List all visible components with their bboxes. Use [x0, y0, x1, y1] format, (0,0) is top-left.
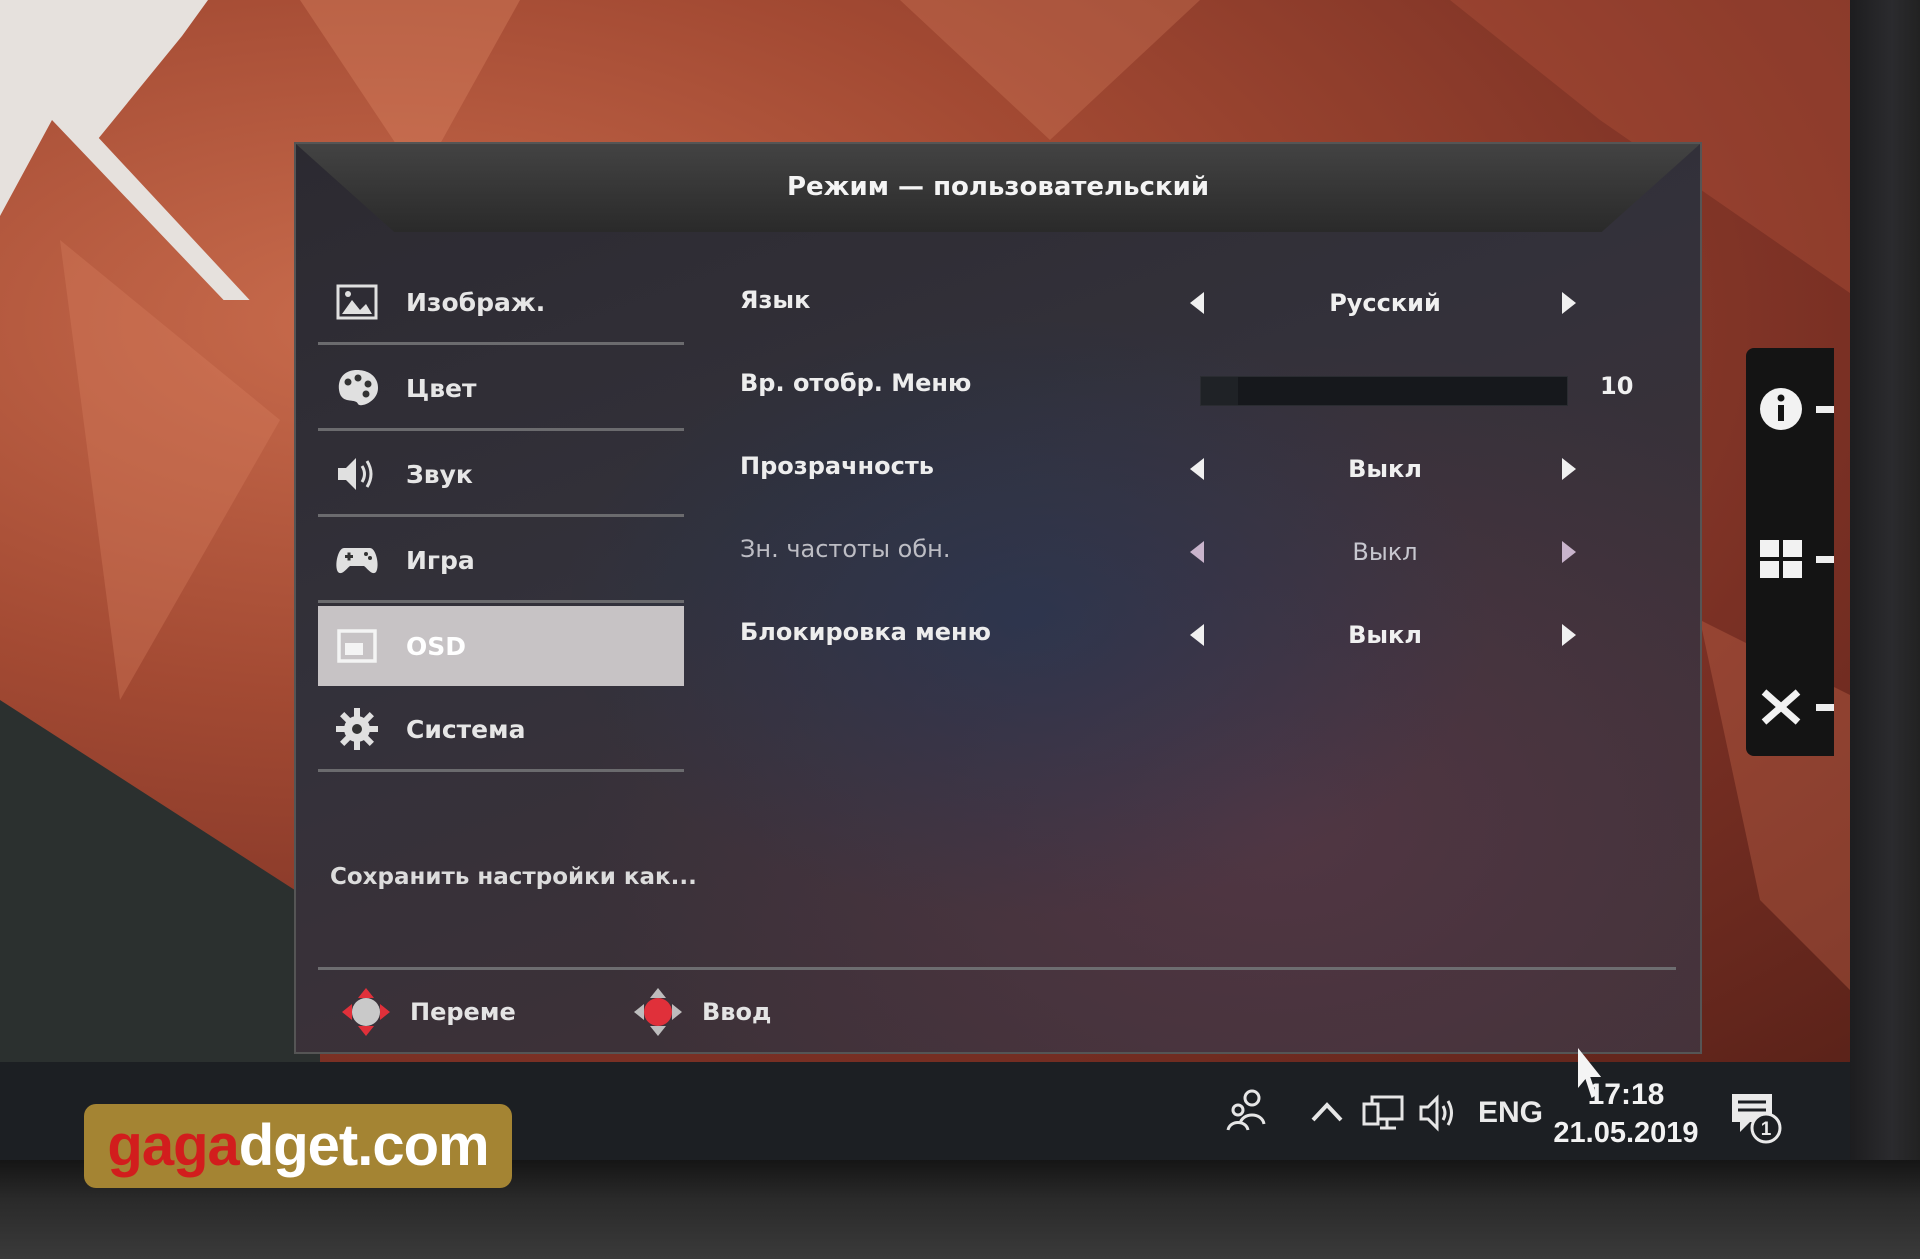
footer-hint-enter: Ввод: [632, 986, 771, 1038]
arrow-right-icon[interactable]: [1562, 458, 1576, 480]
menu-item-osd[interactable]: OSD: [318, 606, 684, 686]
arrow-left-icon[interactable]: [1190, 458, 1204, 480]
people-icon[interactable]: [1226, 1088, 1270, 1136]
setting-label: Вр. отобр. Меню: [740, 369, 972, 397]
input-language-indicator[interactable]: ENG: [1478, 1096, 1543, 1130]
watermark-rest: dget.com: [238, 1113, 490, 1178]
menu-item-label: Звук: [406, 459, 473, 489]
info-icon: [1760, 388, 1802, 430]
arrow-right-icon[interactable]: [1562, 624, 1576, 646]
arrow-left-icon[interactable]: [1190, 541, 1204, 563]
osd-footer-divider: [318, 967, 1676, 970]
hotkey-dash: [1816, 556, 1834, 563]
menu-item-sound[interactable]: Звук: [318, 434, 684, 517]
gamepad-icon: [334, 537, 380, 583]
menu-item-label: Система: [406, 714, 526, 744]
menu-item-label: Изображ.: [406, 287, 546, 317]
clock-time: 17:18: [1587, 1078, 1665, 1111]
watermark-middle: ga: [173, 1113, 240, 1178]
hotkey-dash: [1816, 704, 1834, 711]
setting-language[interactable]: Язык Русский: [740, 262, 1660, 345]
setting-value: Выкл: [1352, 538, 1418, 566]
setting-label: Прозрачность: [740, 452, 934, 480]
dpad-move-icon: [342, 988, 390, 1036]
setting-label: Зн. частоты обн.: [740, 535, 951, 563]
menu-item-image[interactable]: Изображ.: [318, 262, 684, 345]
footer-enter-label: Ввод: [702, 998, 772, 1026]
setting-value: Выкл: [1348, 455, 1422, 483]
hotkey-info[interactable]: [1746, 368, 1834, 448]
arrow-right-icon[interactable]: [1562, 541, 1576, 563]
hotkey-close[interactable]: [1746, 666, 1834, 746]
hotkey-grid[interactable]: [1746, 518, 1834, 598]
close-icon: [1761, 689, 1801, 725]
dpad-enter-icon: [634, 988, 682, 1036]
menu-item-label: Цвет: [406, 373, 477, 403]
menu-item-label: OSD: [406, 631, 467, 661]
palette-icon: [334, 365, 380, 411]
osd-title: Режим — пользовательский: [786, 172, 1210, 202]
arrow-left-icon[interactable]: [1190, 292, 1204, 314]
volume-icon[interactable]: [1418, 1094, 1460, 1132]
menu-item-label: Игра: [406, 545, 475, 575]
watermark-prefix: ga: [107, 1113, 174, 1178]
setting-label: Язык: [740, 286, 811, 314]
menu-item-system[interactable]: Система: [318, 689, 684, 772]
monitor-bezel-right: [1850, 0, 1920, 1259]
image-icon: [334, 279, 380, 325]
monitor-hotkey-panel: [1746, 348, 1834, 756]
grid-icon: [1760, 540, 1802, 578]
slider-value: 10: [1600, 372, 1634, 400]
osd-settings-panel: Язык Русский Вр. отобр. Меню 10 Прозрачн…: [740, 262, 1660, 677]
save-settings-as-link[interactable]: Сохранить настройки как...: [330, 864, 697, 890]
setting-refresh-rate[interactable]: Зн. частоты обн. Выкл: [740, 511, 1660, 594]
arrow-right-icon[interactable]: [1562, 292, 1576, 314]
speaker-icon: [334, 451, 380, 497]
hotkey-dash: [1816, 406, 1834, 413]
network-icon[interactable]: [1362, 1094, 1404, 1132]
setting-transparency[interactable]: Прозрачность Выкл: [740, 428, 1660, 511]
clock-date: 21.05.2019: [1553, 1117, 1699, 1149]
watermark-badge: gagadget.com: [84, 1104, 512, 1188]
notification-count: 1: [1761, 1119, 1772, 1140]
arrow-left-icon[interactable]: [1190, 624, 1204, 646]
footer-hint-move: Переме: [340, 986, 516, 1038]
gear-icon: [334, 706, 380, 752]
osd-window-icon: [334, 623, 380, 669]
taskbar-clock[interactable]: 17:18 21.05.2019: [1546, 1076, 1706, 1152]
setting-menu-time[interactable]: Вр. отобр. Меню 10: [740, 345, 1660, 428]
footer-move-label: Переме: [410, 998, 516, 1026]
slider-fill: [1201, 377, 1238, 405]
action-center-icon[interactable]: 1: [1728, 1090, 1784, 1146]
chevron-up-icon[interactable]: [1310, 1100, 1344, 1124]
setting-menu-lock[interactable]: Блокировка меню Выкл: [740, 594, 1660, 677]
osd-menu: Режим — пользовательский Изображ. Цвет З…: [294, 142, 1702, 1054]
menu-item-game[interactable]: Игра: [318, 520, 684, 603]
menu-time-slider[interactable]: [1200, 376, 1568, 406]
setting-value: Русский: [1329, 289, 1441, 317]
setting-value: Выкл: [1348, 621, 1422, 649]
setting-label: Блокировка меню: [740, 618, 991, 646]
menu-item-color[interactable]: Цвет: [318, 348, 684, 431]
osd-category-menu: Изображ. Цвет Звук Игра OSD Система: [318, 262, 684, 775]
